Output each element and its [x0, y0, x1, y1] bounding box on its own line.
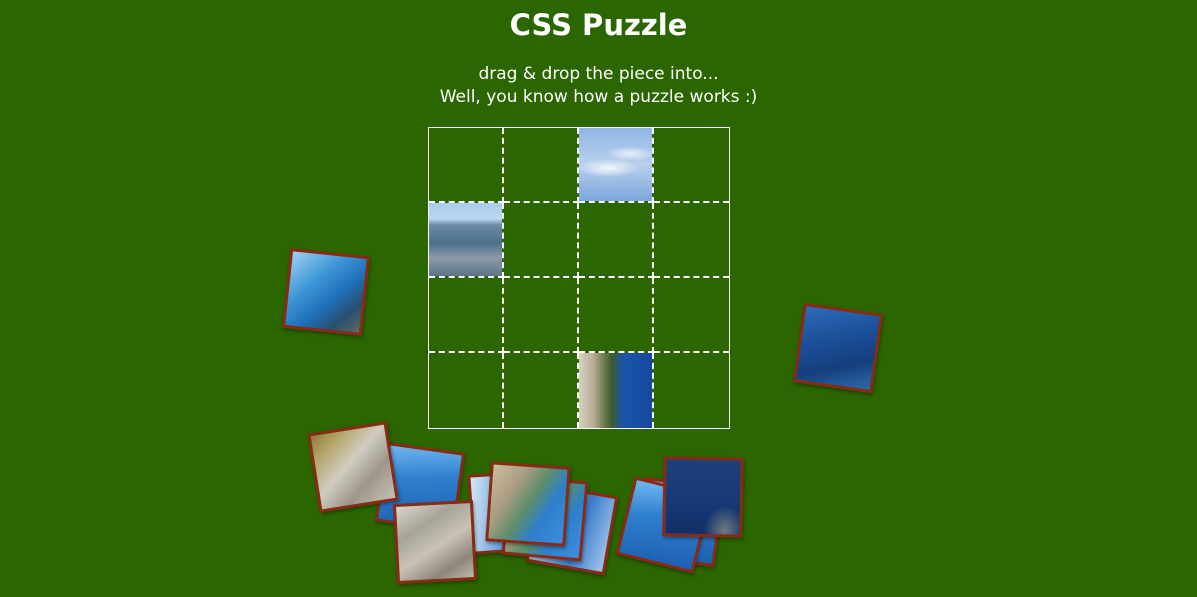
instructions: drag & drop the piece into... Well, you … [0, 63, 1197, 109]
drop-slot[interactable] [429, 353, 504, 428]
drop-slot[interactable] [504, 353, 579, 428]
puzzle-piece[interactable] [392, 499, 478, 585]
drop-slot-filled[interactable] [579, 353, 654, 428]
puzzle-piece-image [396, 503, 474, 581]
puzzle-piece-image [429, 203, 502, 276]
puzzle-piece-image [579, 128, 652, 201]
drop-slot[interactable] [429, 278, 504, 353]
puzzle-piece-image [796, 306, 880, 390]
instructions-line-1: drag & drop the piece into... [478, 64, 719, 84]
puzzle-piece-image [579, 353, 652, 428]
puzzle-piece-image [488, 464, 568, 544]
drop-slot[interactable] [654, 203, 729, 278]
instructions-line-2: Well, you know how a puzzle works :) [439, 87, 758, 107]
puzzle-board [428, 127, 730, 429]
drop-slot[interactable] [654, 128, 729, 203]
puzzle-piece-image [665, 459, 741, 535]
drop-slot-filled[interactable] [429, 203, 504, 278]
drop-slot[interactable] [654, 353, 729, 428]
page-title: CSS Puzzle [509, 8, 688, 42]
drop-slot-filled[interactable] [579, 128, 654, 203]
puzzle-piece[interactable] [307, 421, 399, 513]
drop-slot[interactable] [504, 128, 579, 203]
puzzle-piece-image [285, 251, 367, 333]
puzzle-piece[interactable] [485, 461, 571, 547]
drop-slot[interactable] [429, 128, 504, 203]
puzzle-piece[interactable] [792, 302, 884, 394]
drop-slot[interactable] [579, 278, 654, 353]
puzzle-piece-image [310, 424, 396, 510]
puzzle-piece[interactable] [282, 248, 370, 336]
drop-slot[interactable] [579, 203, 654, 278]
puzzle-piece[interactable] [662, 456, 744, 538]
drop-slot[interactable] [504, 278, 579, 353]
drop-slot[interactable] [654, 278, 729, 353]
drop-slot[interactable] [504, 203, 579, 278]
